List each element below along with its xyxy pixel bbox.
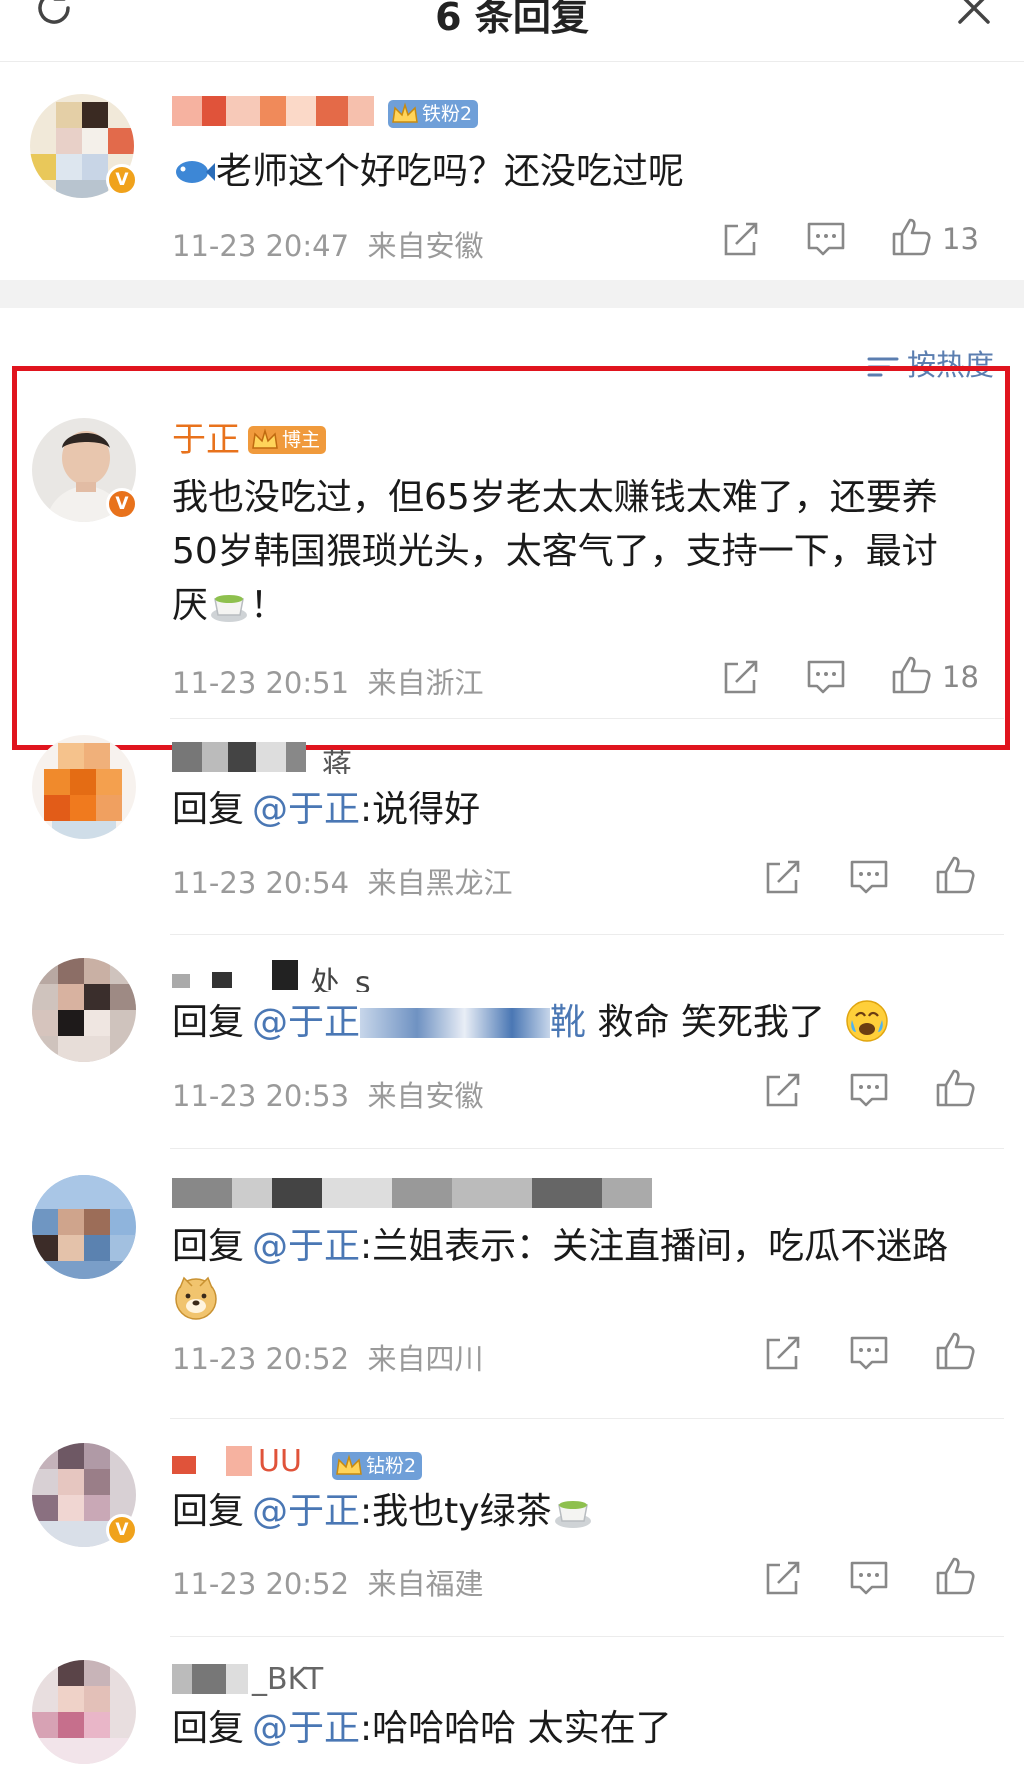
reply-meta: 11-23 20:52 来自四川	[172, 1336, 484, 1378]
like-icon[interactable]	[890, 654, 932, 696]
reply-time: 11-23 20:51	[172, 666, 350, 700]
comment-time: 11-23 20:47	[172, 229, 350, 263]
fan-level-badge: 铁粉2	[388, 100, 479, 128]
avatar[interactable]	[32, 958, 136, 1062]
reply-meta: 11-23 20:54 来自黑龙江	[172, 860, 513, 902]
crown-icon	[252, 428, 278, 449]
blurred-username[interactable]	[172, 96, 382, 128]
reply-time: 11-23 20:53	[172, 1079, 350, 1113]
reply-text: 我也没吃过，但65岁老太太赚钱太难了，还要养 50岁韩国猥琐光头，太客气了，支持…	[172, 477, 938, 626]
comment-icon[interactable]	[848, 1332, 890, 1374]
share-icon[interactable]	[720, 218, 762, 260]
badge-label: 铁粉2	[422, 103, 473, 125]
reply-location: 来自四川	[367, 1342, 484, 1376]
fish-emoji-icon	[176, 161, 215, 183]
comment-icon[interactable]	[805, 218, 847, 260]
like-icon[interactable]	[934, 1067, 976, 1109]
reply-text: 回复 @于正:说得好	[172, 789, 481, 830]
avatar[interactable]	[32, 735, 136, 839]
blurred-mention	[360, 1008, 551, 1038]
blurred-username[interactable]: UU	[172, 1446, 332, 1478]
reply-text: 回复 @于正:我也ty绿茶	[172, 1485, 992, 1539]
reply-location: 来自福建	[367, 1567, 484, 1601]
divider	[170, 934, 1004, 935]
avatar-image	[32, 735, 136, 839]
share-icon[interactable]	[762, 1332, 804, 1374]
divider	[170, 1418, 1004, 1419]
close-icon[interactable]	[954, 0, 994, 28]
reply-time: 11-23 20:52	[172, 1342, 350, 1376]
share-icon[interactable]	[762, 856, 804, 898]
mention-link[interactable]: @于正	[244, 1491, 360, 1532]
share-icon[interactable]	[762, 1069, 804, 1111]
reply-meta: 11-23 20:53 来自安徽	[172, 1073, 484, 1115]
badge-label: 博主	[282, 429, 321, 451]
divider	[170, 718, 1004, 719]
mention-link[interactable]: @于正靴	[244, 1002, 586, 1043]
green-tea-emoji-icon	[554, 1501, 591, 1528]
share-icon[interactable]	[720, 656, 762, 698]
mention-link[interactable]: @于正	[244, 1708, 360, 1749]
comment-meta: 11-23 20:47 来自安徽	[172, 223, 484, 265]
crying-laughing-emoji-icon	[846, 1000, 889, 1042]
comment-icon[interactable]	[848, 1557, 890, 1599]
avatar-image	[32, 1660, 136, 1764]
section-separator	[0, 280, 1024, 308]
like-count: 13	[942, 222, 979, 256]
header: 6 条回复	[0, 0, 1024, 62]
doge-emoji-icon	[175, 1276, 217, 1320]
reply-meta: 11-23 20:52 来自福建	[172, 1561, 484, 1603]
crown-icon	[336, 1454, 362, 1475]
mention-link[interactable]: @于正	[244, 789, 360, 830]
avatar[interactable]	[32, 1175, 136, 1279]
avatar[interactable]	[32, 1660, 136, 1764]
reply-time: 11-23 20:52	[172, 1567, 350, 1601]
reply-meta: 11-23 20:51 来自浙江	[172, 660, 484, 702]
like-count: 18	[942, 660, 979, 694]
reply-time: 11-23 20:54	[172, 866, 350, 900]
fan-level-badge: 钻粉2	[332, 1452, 423, 1480]
divider	[170, 1636, 1004, 1637]
avatar-image	[32, 958, 136, 1062]
page-title: 6 条回复	[435, 0, 589, 39]
verified-badge: V	[106, 1514, 138, 1546]
avatar-image	[32, 1175, 136, 1279]
like-icon[interactable]	[934, 1330, 976, 1372]
green-tea-emoji-icon	[211, 595, 248, 622]
blurred-username[interactable]: 蒋石	[172, 742, 372, 774]
blurred-username[interactable]: _BKT	[172, 1664, 372, 1696]
comment-text: 老师这个好吃吗？还没吃过呢	[172, 145, 992, 199]
verified-badge: V	[106, 488, 138, 520]
share-icon[interactable]	[762, 1557, 804, 1599]
username[interactable]: 于正	[172, 420, 240, 460]
mention-link[interactable]: @于正	[244, 1226, 360, 1267]
divider	[170, 1148, 1004, 1149]
blurred-username[interactable]: 处_s	[172, 960, 392, 992]
like-icon[interactable]	[890, 216, 932, 258]
comment-location: 来自安徽	[367, 229, 484, 263]
reply-text: 回复 @于正:哈哈哈哈 太实在了	[172, 1708, 672, 1749]
comment-icon[interactable]	[848, 1069, 890, 1111]
comment-icon[interactable]	[805, 656, 847, 698]
reply-location: 来自黑龙江	[367, 866, 513, 900]
badge-label: 钻粉2	[366, 1455, 417, 1477]
like-icon[interactable]	[934, 854, 976, 896]
blogger-badge: 博主	[248, 426, 327, 454]
reply-location: 来自浙江	[367, 666, 484, 700]
verified-badge: V	[106, 164, 138, 196]
reply-location: 来自安徽	[367, 1079, 484, 1113]
like-icon[interactable]	[934, 1555, 976, 1597]
comment-icon[interactable]	[848, 856, 890, 898]
blurred-username[interactable]	[172, 1178, 662, 1210]
reply-text: 回复 @于正靴 救命 笑死我了	[172, 996, 992, 1050]
reply-text: 回复 @于正:兰姐表示：关注直播间，吃瓜不迷路	[172, 1220, 992, 1330]
crown-icon	[392, 102, 418, 123]
